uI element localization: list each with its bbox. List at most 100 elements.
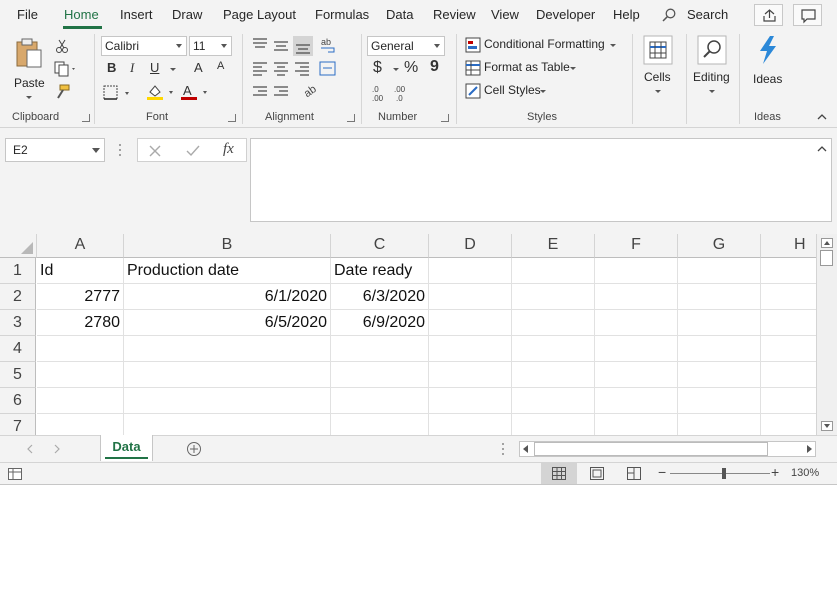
select-all-button[interactable]: [0, 234, 37, 258]
cell-f6[interactable]: [595, 388, 678, 414]
scroll-up-icon[interactable]: [821, 238, 833, 248]
cell-a5[interactable]: [37, 362, 124, 388]
add-sheet-icon[interactable]: [186, 441, 202, 457]
enter-icon[interactable]: [185, 144, 201, 158]
tab-page-layout[interactable]: Page Layout: [223, 6, 296, 26]
cell-b1[interactable]: Production date: [124, 258, 331, 284]
shrink-font-button[interactable]: A: [217, 60, 224, 72]
column-header-a[interactable]: A: [37, 234, 124, 258]
clipboard-launcher-icon[interactable]: [82, 114, 90, 122]
editing-button[interactable]: Editing: [692, 34, 732, 100]
cell-e2[interactable]: [512, 284, 595, 310]
column-header-g[interactable]: G: [678, 234, 761, 258]
alignment-buttons[interactable]: ab ab: [250, 36, 340, 108]
currency-button[interactable]: $: [373, 59, 382, 77]
font-launcher-icon[interactable]: [228, 114, 236, 122]
cell-e1[interactable]: [512, 258, 595, 284]
percent-button[interactable]: %: [404, 59, 418, 77]
cell-a1[interactable]: Id: [37, 258, 124, 284]
cell-c6[interactable]: [331, 388, 429, 414]
cell-f7[interactable]: [595, 414, 678, 435]
cell-a6[interactable]: [37, 388, 124, 414]
copy-icon[interactable]: [54, 61, 78, 77]
cell-e4[interactable]: [512, 336, 595, 362]
column-header-e[interactable]: E: [512, 234, 595, 258]
tab-developer[interactable]: Developer: [536, 6, 595, 26]
zoom-slider[interactable]: [670, 473, 770, 474]
horizontal-scrollbar[interactable]: [519, 441, 816, 457]
cell-d2[interactable]: [429, 284, 512, 310]
zoom-out-button[interactable]: −: [658, 464, 666, 480]
cell-d4[interactable]: [429, 336, 512, 362]
cut-icon[interactable]: [54, 38, 70, 54]
cell-b3[interactable]: 6/5/2020: [124, 310, 331, 336]
tab-splitter-icon[interactable]: [500, 442, 506, 456]
cell-b5[interactable]: [124, 362, 331, 388]
underline-dropdown-icon[interactable]: [170, 68, 176, 71]
scroll-right-icon[interactable]: [805, 445, 813, 453]
row-header-2[interactable]: 2: [0, 284, 36, 310]
name-box[interactable]: E2: [5, 138, 105, 162]
cell-c3[interactable]: 6/9/2020: [331, 310, 429, 336]
cell-a3[interactable]: 2780: [37, 310, 124, 336]
borders-icon[interactable]: [103, 85, 133, 101]
grow-font-button[interactable]: A: [194, 60, 203, 75]
cell-f2[interactable]: [595, 284, 678, 310]
cell-c7[interactable]: [331, 414, 429, 435]
formula-input[interactable]: [250, 138, 832, 222]
cell-g6[interactable]: [678, 388, 761, 414]
cell-e6[interactable]: [512, 388, 595, 414]
comma-style-button[interactable]: 9: [430, 58, 439, 76]
row-header-3[interactable]: 3: [0, 310, 36, 336]
cell-b4[interactable]: [124, 336, 331, 362]
column-header-b[interactable]: B: [124, 234, 331, 258]
font-name-combo[interactable]: Calibri: [101, 36, 187, 56]
scroll-down-icon[interactable]: [821, 421, 833, 431]
cell-c4[interactable]: [331, 336, 429, 362]
font-size-combo[interactable]: 11: [189, 36, 232, 56]
zoom-level[interactable]: 130%: [791, 467, 819, 479]
cell-c2[interactable]: 6/3/2020: [331, 284, 429, 310]
column-header-d[interactable]: D: [429, 234, 512, 258]
column-header-c[interactable]: C: [331, 234, 429, 258]
scroll-left-icon[interactable]: [522, 445, 530, 453]
column-header-f[interactable]: F: [595, 234, 678, 258]
currency-dropdown-icon[interactable]: [393, 68, 399, 71]
format-painter-icon[interactable]: [54, 84, 70, 100]
cell-f5[interactable]: [595, 362, 678, 388]
cell-b2[interactable]: 6/1/2020: [124, 284, 331, 310]
search-icon[interactable]: [662, 8, 676, 22]
cell-e5[interactable]: [512, 362, 595, 388]
page-layout-view-icon[interactable]: [590, 467, 604, 480]
page-break-view-icon[interactable]: [627, 467, 641, 480]
normal-view-button[interactable]: [541, 463, 577, 484]
cell-g4[interactable]: [678, 336, 761, 362]
cell-d3[interactable]: [429, 310, 512, 336]
cell-f1[interactable]: [595, 258, 678, 284]
cancel-icon[interactable]: [148, 144, 162, 158]
row-header-6[interactable]: 6: [0, 388, 36, 414]
row-header-5[interactable]: 5: [0, 362, 36, 388]
cell-a7[interactable]: [37, 414, 124, 435]
tab-data[interactable]: Data: [386, 6, 413, 26]
cell-a4[interactable]: [37, 336, 124, 362]
tab-home[interactable]: Home: [64, 6, 99, 26]
decimal-buttons[interactable]: .0 .00 .00 .0: [370, 84, 412, 102]
cell-f3[interactable]: [595, 310, 678, 336]
insert-function-button[interactable]: fx: [223, 141, 234, 158]
zoom-in-button[interactable]: +: [771, 464, 779, 480]
cell-g7[interactable]: [678, 414, 761, 435]
font-color-icon[interactable]: A: [180, 83, 212, 101]
cell-c1[interactable]: Date ready: [331, 258, 429, 284]
next-sheet-icon[interactable]: [53, 444, 61, 454]
cell-g2[interactable]: [678, 284, 761, 310]
cell-g3[interactable]: [678, 310, 761, 336]
fill-color-icon[interactable]: [146, 83, 178, 101]
share-button[interactable]: [754, 4, 783, 26]
cell-d5[interactable]: [429, 362, 512, 388]
search-label[interactable]: Search: [687, 6, 728, 26]
cell-g1[interactable]: [678, 258, 761, 284]
collapse-ribbon-icon[interactable]: [816, 113, 828, 121]
paste-button[interactable]: Paste: [10, 36, 48, 102]
cell-c5[interactable]: [331, 362, 429, 388]
